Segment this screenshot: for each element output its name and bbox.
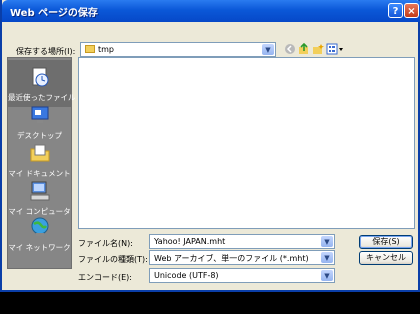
filetype-value: Web アーカイブ、単一のファイル (*.mht) [154,254,309,263]
file-list[interactable] [78,57,415,229]
new-folder-icon[interactable] [312,43,324,55]
save-in-label: 保存する場所(I): [16,47,76,56]
title-bar[interactable]: Web ページの保存 ? × [2,0,420,22]
place-label: マイ ドキュメント [8,169,71,178]
places-bar: 最近使ったファイル デスクトップ マイ ドキュメント マイ コンピュータ マイ … [7,57,76,269]
chevron-down-icon[interactable]: ▼ [321,252,333,263]
recent-documents-icon [32,67,48,87]
place-desktop[interactable]: デスクトップ [8,104,71,141]
help-button[interactable]: ? [388,3,403,18]
filetype-select[interactable]: Web アーカイブ、単一のファイル (*.mht) ▼ [149,250,335,265]
filename-label: ファイル名(N): [78,239,133,248]
window-title: Web ページの保存 [10,8,98,19]
folder-icon [85,45,95,53]
back-icon[interactable] [284,43,296,55]
chevron-down-icon[interactable]: ▼ [321,236,333,247]
place-label: マイ ネットワーク [8,243,71,252]
desktop-icon [31,106,48,123]
close-button[interactable]: × [404,3,419,18]
chevron-down-icon[interactable]: ▼ [262,44,274,55]
filename-value: Yahoo! JAPAN.mht [154,237,226,246]
save-button[interactable]: 保存(S) [359,235,413,249]
filename-input[interactable]: Yahoo! JAPAN.mht ▼ [149,234,335,249]
place-my-documents[interactable]: マイ ドキュメント [8,142,71,179]
place-recent[interactable]: 最近使ったファイル [8,66,76,103]
encoding-value: Unicode (UTF-8) [154,271,219,280]
place-my-computer[interactable]: マイ コンピュータ [8,180,71,217]
filetype-label: ファイルの種類(T): [78,255,148,264]
encoding-select[interactable]: Unicode (UTF-8) ▼ [149,268,335,283]
my-computer-icon [30,181,49,201]
place-label: デスクトップ [17,131,62,140]
save-dialog: Web ページの保存 ? × 保存する場所(I): tmp ▼ 最近使ったファイ… [0,0,420,292]
my-network-icon [31,217,48,236]
save-in-combo[interactable]: tmp ▼ [80,42,276,57]
up-folder-icon[interactable] [298,43,310,55]
place-label: 最近使ったファイル [8,93,76,102]
view-menu-icon[interactable] [326,43,344,55]
encoding-label: エンコード(E): [78,273,132,282]
cancel-button[interactable]: キャンセル [359,251,413,265]
my-documents-icon [30,144,49,162]
place-my-network[interactable]: マイ ネットワーク [8,216,71,253]
chevron-down-icon[interactable]: ▼ [321,270,333,281]
save-in-value: tmp [98,45,115,54]
